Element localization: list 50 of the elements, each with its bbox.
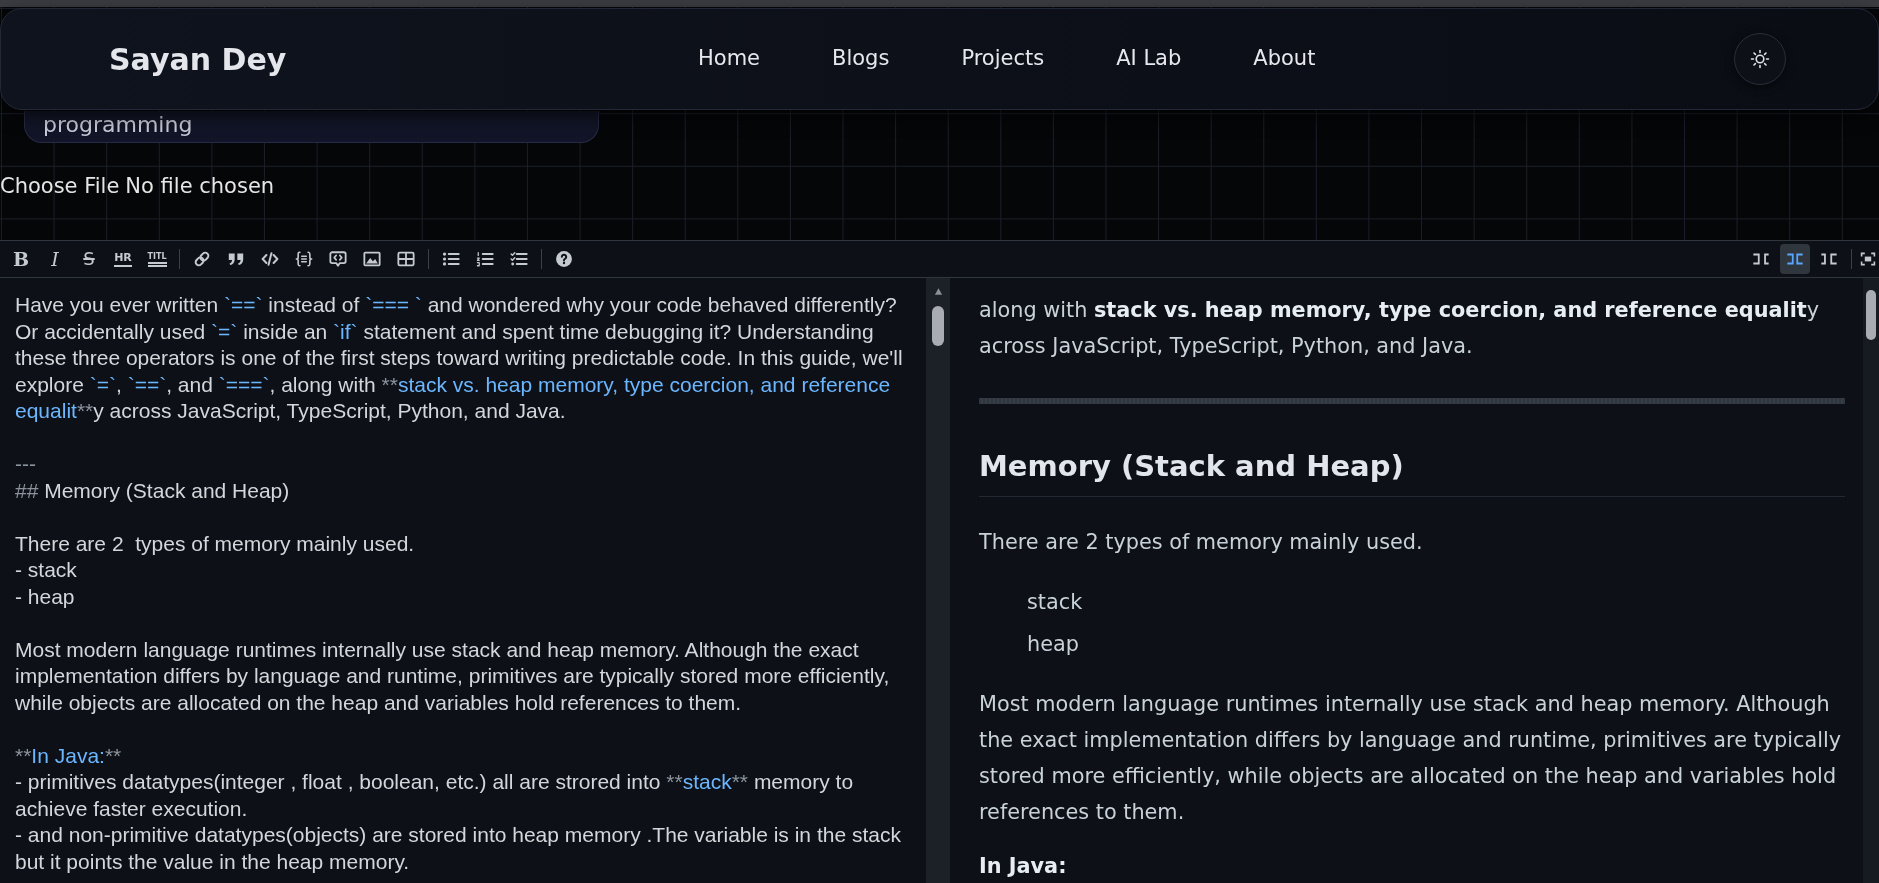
list-item: stack	[1026, 589, 1084, 616]
markdown-line: - primitives datatypes(integer , float , boolean, etc.) all are strored into **stack** memory to achieve faster execution.	[15, 769, 855, 822]
bullet-list-icon	[442, 250, 460, 268]
dropdown-item[interactable]: programming	[43, 112, 193, 137]
nav-link[interactable]: Projects	[925, 39, 1081, 79]
up-arrow-icon	[933, 287, 943, 296]
file-status-text: No file chosen	[125, 173, 275, 199]
heading-button[interactable]: TITL	[142, 244, 172, 274]
nav-link[interactable]: About	[1217, 39, 1352, 79]
preview-heading: Memory (Stack and Heap)	[979, 448, 1845, 497]
fullscreen-icon	[1860, 251, 1876, 267]
nav-link[interactable]: Home	[662, 39, 796, 79]
preview-paragraph: There are 2 types of memory mainly used.	[979, 529, 1424, 556]
site-title[interactable]: Sayan Dey	[109, 36, 287, 82]
table-icon	[397, 250, 415, 268]
markdown-line: - heap	[15, 583, 76, 610]
numbered-list-icon	[476, 250, 494, 268]
code-icon	[261, 250, 279, 268]
markdown-line: ---	[15, 451, 37, 477]
link-icon	[193, 250, 211, 268]
theme-toggle-button[interactable]	[1734, 33, 1786, 85]
markdown-line: **In Java:**	[15, 742, 123, 769]
scrollbar[interactable]	[1863, 278, 1879, 883]
preview-paragraph: Most modern language runtimes internally use stack and heap memory. Although the exact implementation differs by language and runtime, primitives are typically stored more efficiently, while objects are allocated on the heap and variables hold references to them.	[979, 691, 1843, 826]
markdown-line: There are 2 types of memory mainly used.	[15, 530, 416, 557]
image-icon	[363, 250, 381, 268]
scrollbar-thumb[interactable]	[1866, 290, 1876, 340]
choose-file-button[interactable]: Choose File	[0, 173, 120, 199]
list-item: heap	[1026, 631, 1080, 658]
strikethrough-button[interactable]: S	[74, 244, 104, 274]
markdown-line: - and non-primitive datatypes(objects) are stored into heap memory .The variable is in the stack but it points the value in the heap memory.	[15, 822, 902, 875]
nav-link[interactable]: Blogs	[796, 39, 926, 79]
split-view-button[interactable]	[1780, 244, 1810, 274]
speech-bubble-icon	[329, 250, 347, 268]
italic-button[interactable]: I	[40, 244, 70, 274]
scrollbar[interactable]	[926, 278, 950, 883]
checklist-icon	[510, 250, 528, 268]
sun-icon	[1750, 49, 1770, 69]
bold-button[interactable]: B	[6, 244, 36, 274]
markdown-line: - stack	[15, 557, 78, 583]
scrollbar-thumb[interactable]	[932, 306, 944, 346]
markdown-line: ## Memory (Stack and Heap)	[15, 477, 291, 504]
help-icon	[555, 250, 573, 268]
preview-paragraph: along with stack vs. heap memory, type coercion, and reference equality across JavaScript, TypeScript, Python, and Java.	[979, 297, 1821, 360]
nav-link[interactable]: AI Lab	[1080, 39, 1218, 79]
horizontal-rule-button[interactable]: HR	[108, 244, 138, 274]
markdown-line: Have you ever written `==` instead of `=== ` and wondered why your code behaved differently? Or accidentally used `=` inside an `if` statement and spent time debugging it? Understanding these three operators is one of the first steps toward writing predictable code. In this guide, we'll explore `=`, `==`, and `===`, along with **stack vs. heap memory, type coercion, and reference equalit**y across JavaScript, TypeScript, Python, and Java.	[15, 292, 904, 424]
markdown-line: Most modern language runtimes internally use stack and heap memory. Although the exact implementation differs by language and runtime, primitives are typically stored more efficiently, while objects are allocated on the heap and variables hold references to them.	[15, 636, 891, 716]
section-label: In Java:	[979, 853, 1068, 880]
braces-icon	[295, 250, 313, 268]
